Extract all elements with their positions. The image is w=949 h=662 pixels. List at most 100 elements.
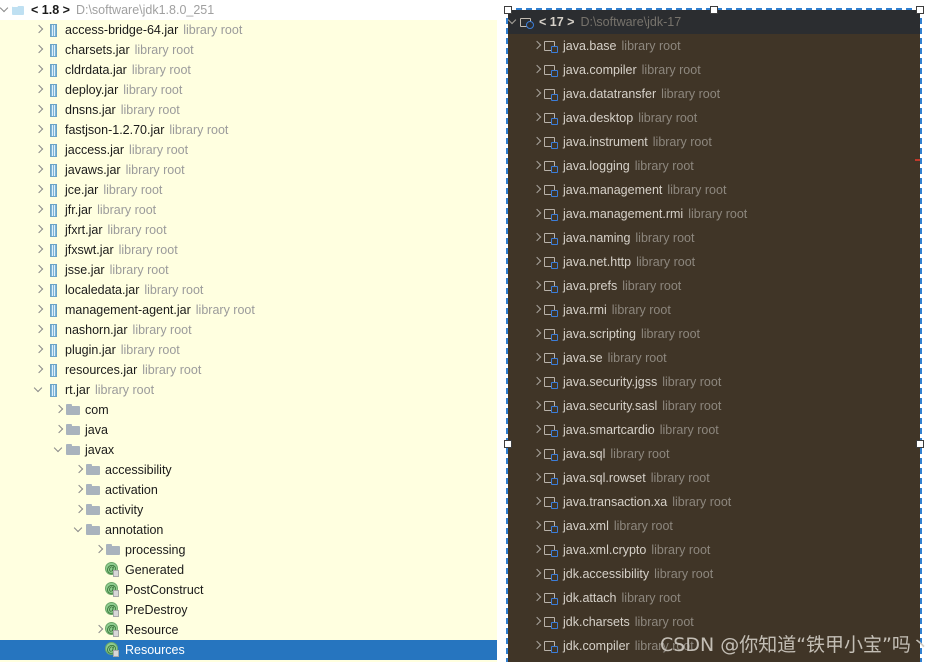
tree-row[interactable]: PreDestroy [0, 600, 497, 620]
chevron-right-icon[interactable] [532, 540, 543, 560]
tree-row[interactable]: java.management library root [508, 178, 920, 202]
chevron-right-icon[interactable] [34, 140, 45, 160]
chevron-right-icon[interactable] [532, 444, 543, 464]
chevron-right-icon[interactable] [74, 500, 85, 520]
chevron-right-icon[interactable] [34, 340, 45, 360]
chevron-right-icon[interactable] [34, 180, 45, 200]
chevron-right-icon[interactable] [34, 320, 45, 340]
tree-row[interactable]: java.desktop library root [508, 106, 920, 130]
tree-row[interactable]: PostConstruct [0, 580, 497, 600]
chevron-right-icon[interactable] [532, 36, 543, 56]
tree-row[interactable]: java.net.http library root [508, 250, 920, 274]
tree-row[interactable]: com [0, 400, 497, 420]
tree-row[interactable]: java.naming library root [508, 226, 920, 250]
chevron-right-icon[interactable] [532, 564, 543, 584]
chevron-right-icon[interactable] [532, 84, 543, 104]
tree-row[interactable]: java.security.jgss library root [508, 370, 920, 394]
tree-row[interactable]: localedata.jar library root [0, 280, 497, 300]
chevron-right-icon[interactable] [34, 80, 45, 100]
chevron-right-icon[interactable] [34, 100, 45, 120]
chevron-right-icon[interactable] [532, 180, 543, 200]
tree-row[interactable]: java.se library root [508, 346, 920, 370]
chevron-right-icon[interactable] [532, 612, 543, 632]
tree-row[interactable]: nashorn.jar library root [0, 320, 497, 340]
tree-row[interactable]: Generated [0, 560, 497, 580]
chevron-right-icon[interactable] [532, 156, 543, 176]
chevron-right-icon[interactable] [94, 620, 105, 640]
jdk-18-library-panel[interactable]: < 1.8 > D:\software\jdk1.8.0_251 access-… [0, 0, 497, 662]
left-root-row[interactable]: < 1.8 > D:\software\jdk1.8.0_251 [0, 0, 497, 20]
chevron-right-icon[interactable] [532, 300, 543, 320]
tree-row[interactable]: processing [0, 540, 497, 560]
resize-handle-middle-left[interactable] [504, 440, 512, 448]
resize-handle-top-center[interactable] [710, 6, 718, 14]
tree-row[interactable]: java.prefs library root [508, 274, 920, 298]
resize-handle-top-right[interactable] [916, 6, 924, 14]
tree-row[interactable]: javaws.jar library root [0, 160, 497, 180]
chevron-right-icon[interactable] [34, 160, 45, 180]
tree-row[interactable]: fastjson-1.2.70.jar library root [0, 120, 497, 140]
right-tree-list[interactable]: java.base library root java.compiler librar… [508, 34, 920, 658]
chevron-right-icon[interactable] [532, 60, 543, 80]
chevron-right-icon[interactable] [74, 460, 85, 480]
tree-row[interactable]: deploy.jar library root [0, 80, 497, 100]
tree-row[interactable]: javax [0, 440, 497, 460]
tree-row[interactable]: java.base library root [508, 34, 920, 58]
chevron-right-icon[interactable] [532, 588, 543, 608]
chevron-right-icon[interactable] [34, 360, 45, 380]
tree-row[interactable]: plugin.jar library root [0, 340, 497, 360]
chevron-right-icon[interactable] [34, 300, 45, 320]
chevron-right-icon[interactable] [34, 20, 45, 40]
tree-row[interactable]: java [0, 420, 497, 440]
tree-row[interactable]: jfxrt.jar library root [0, 220, 497, 240]
chevron-down-icon[interactable] [0, 0, 11, 20]
tree-row[interactable]: rt.jar library root [0, 380, 497, 400]
chevron-right-icon[interactable] [532, 348, 543, 368]
chevron-down-icon[interactable] [34, 380, 45, 400]
chevron-right-icon[interactable] [532, 228, 543, 248]
chevron-right-icon[interactable] [34, 240, 45, 260]
chevron-right-icon[interactable] [532, 252, 543, 272]
tree-row[interactable]: java.transaction.xa library root [508, 490, 920, 514]
tree-row[interactable]: java.scripting library root [508, 322, 920, 346]
chevron-down-icon[interactable] [508, 12, 519, 32]
tree-row[interactable]: access-bridge-64.jar library root [0, 20, 497, 40]
chevron-right-icon[interactable] [54, 420, 65, 440]
tree-row[interactable]: java.compiler library root [508, 58, 920, 82]
chevron-down-icon[interactable] [74, 520, 85, 540]
chevron-right-icon[interactable] [34, 120, 45, 140]
tree-row[interactable]: java.rmi library root [508, 298, 920, 322]
tree-row[interactable]: activation [0, 480, 497, 500]
tree-row[interactable]: resources.jar library root [0, 360, 497, 380]
tree-row[interactable]: jce.jar library root [0, 180, 497, 200]
tree-row[interactable]: charsets.jar library root [0, 40, 497, 60]
left-tree-list[interactable]: access-bridge-64.jar library root charsets… [0, 20, 497, 660]
jdk-17-module-panel[interactable]: < 17 > D:\software\jdk-17 java.base libra… [506, 8, 922, 662]
tree-row[interactable]: accessibility [0, 460, 497, 480]
chevron-right-icon[interactable] [532, 516, 543, 536]
chevron-right-icon[interactable] [532, 468, 543, 488]
chevron-right-icon[interactable] [532, 636, 543, 656]
tree-row[interactable]: java.sql library root [508, 442, 920, 466]
tree-row[interactable]: jfr.jar library root [0, 200, 497, 220]
tree-row[interactable]: cldrdata.jar library root [0, 60, 497, 80]
chevron-right-icon[interactable] [532, 276, 543, 296]
chevron-right-icon[interactable] [74, 480, 85, 500]
chevron-right-icon[interactable] [532, 492, 543, 512]
tree-row[interactable]: java.smartcardio library root [508, 418, 920, 442]
chevron-right-icon[interactable] [34, 280, 45, 300]
tree-row[interactable]: jaccess.jar library root [0, 140, 497, 160]
tree-row[interactable]: Resources [0, 640, 497, 660]
tree-row[interactable]: java.xml library root [508, 514, 920, 538]
chevron-right-icon[interactable] [34, 60, 45, 80]
tree-row[interactable]: jdk.attach library root [508, 586, 920, 610]
chevron-right-icon[interactable] [532, 420, 543, 440]
chevron-right-icon[interactable] [34, 260, 45, 280]
tree-row[interactable]: Resource [0, 620, 497, 640]
tree-row[interactable]: jsse.jar library root [0, 260, 497, 280]
chevron-right-icon[interactable] [532, 108, 543, 128]
chevron-right-icon[interactable] [94, 540, 105, 560]
tree-row[interactable]: java.datatransfer library root [508, 82, 920, 106]
tree-row[interactable]: java.sql.rowset library root [508, 466, 920, 490]
chevron-right-icon[interactable] [532, 372, 543, 392]
